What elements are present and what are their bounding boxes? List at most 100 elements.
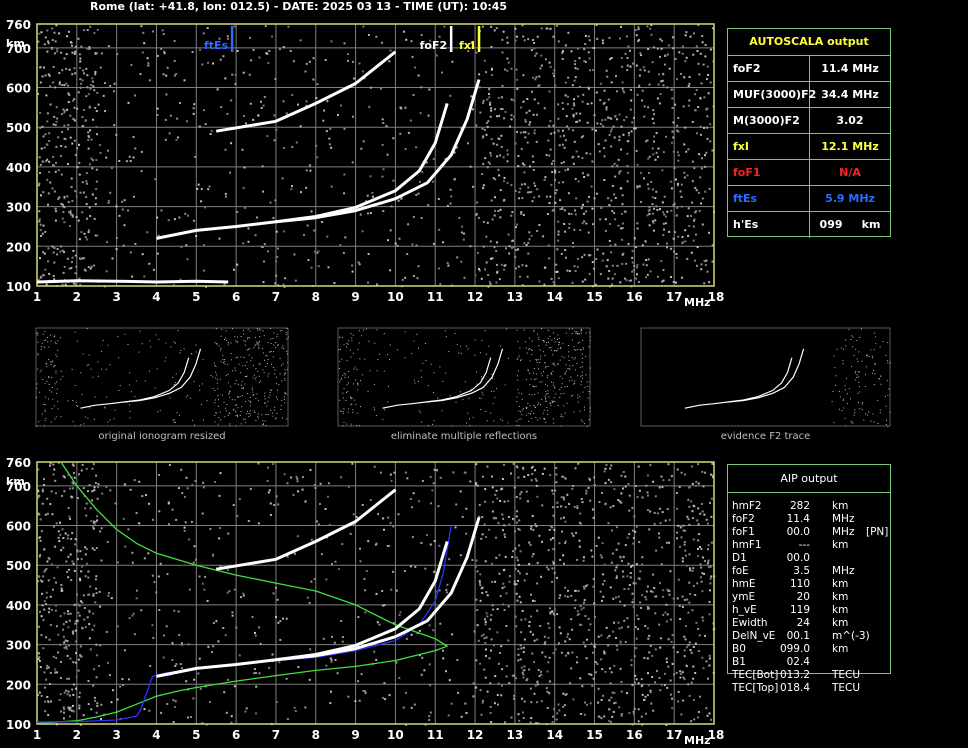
- noise-dot: [475, 598, 478, 601]
- thumb-dot: [539, 361, 541, 363]
- thumb-dot: [546, 413, 548, 415]
- noise-dot: [703, 282, 706, 285]
- noise-dot: [552, 514, 555, 517]
- noise-dot: [504, 536, 506, 538]
- noise-dot: [428, 715, 431, 718]
- noise-dot: [677, 151, 679, 154]
- noise-dot: [517, 248, 519, 251]
- noise-dot: [74, 272, 77, 275]
- noise-dot: [64, 145, 67, 148]
- aip-row: foE 3.5 MHz: [728, 565, 890, 578]
- noise-dot: [178, 216, 181, 219]
- noise-dot: [87, 266, 90, 269]
- noise-dot: [690, 720, 693, 723]
- thumb-dot: [240, 336, 242, 337]
- noise-dot: [40, 147, 43, 150]
- thumb-dot: [362, 374, 364, 376]
- noise-dot: [698, 153, 701, 156]
- noise-dot: [697, 523, 700, 526]
- noise-dot: [671, 707, 674, 710]
- noise-dot: [143, 708, 146, 711]
- noise-dot: [162, 73, 165, 76]
- noise-dot: [386, 153, 389, 156]
- noise-dot: [519, 187, 522, 190]
- noise-dot: [204, 206, 206, 209]
- noise-dot: [58, 540, 61, 543]
- thumb-dot: [176, 412, 178, 414]
- y-tick-label: 100: [6, 280, 31, 294]
- noise-dot: [630, 130, 633, 133]
- noise-dot: [396, 244, 399, 247]
- noise-dot: [491, 581, 494, 583]
- thumb-dot: [868, 411, 870, 413]
- noise-dot: [92, 85, 95, 88]
- noise-dot: [683, 171, 686, 174]
- noise-dot: [597, 536, 600, 539]
- x-tick-label: 1: [33, 728, 41, 742]
- noise-dot: [568, 226, 571, 229]
- noise-dot: [121, 678, 124, 681]
- noise-dot: [559, 199, 562, 202]
- thumb-dot: [240, 356, 242, 358]
- x-tick-label: 13: [507, 728, 524, 742]
- thumb-dot: [418, 347, 419, 349]
- noise-dot: [710, 541, 713, 544]
- noise-dot: [200, 188, 203, 190]
- thumb-dot: [273, 351, 275, 353]
- noise-dot: [39, 81, 42, 84]
- noise-dot: [503, 268, 506, 271]
- noise-dot: [375, 658, 378, 661]
- noise-dot: [59, 155, 62, 158]
- noise-dot: [623, 619, 626, 622]
- thumb-dot: [589, 336, 591, 338]
- noise-dot: [566, 95, 569, 98]
- noise-dot: [591, 207, 594, 210]
- thumb-dot: [44, 404, 46, 406]
- noise-dot: [608, 634, 611, 637]
- noise-dot: [517, 155, 520, 157]
- noise-dot: [115, 237, 118, 239]
- thumb-dot: [476, 371, 477, 373]
- noise-dot: [88, 637, 91, 640]
- thumb-dot: [263, 335, 265, 337]
- noise-dot: [63, 206, 66, 209]
- thumb-dot: [76, 405, 78, 406]
- thumb-dot: [218, 417, 220, 418]
- noise-dot: [528, 231, 531, 234]
- noise-dot: [646, 627, 649, 630]
- noise-dot: [93, 217, 96, 220]
- noise-dot: [522, 213, 525, 216]
- noise-dot: [619, 281, 622, 284]
- noise-dot: [493, 246, 496, 249]
- noise-dot: [242, 71, 245, 74]
- thumb-dot: [241, 406, 243, 408]
- noise-dot: [494, 108, 496, 111]
- noise-dot: [135, 597, 138, 600]
- noise-dot: [545, 27, 548, 30]
- aip-row: hmF1 --- km: [728, 539, 890, 552]
- noise-dot: [655, 549, 658, 552]
- noise-dot: [621, 238, 624, 241]
- noise-dot: [544, 58, 547, 61]
- noise-dot: [279, 638, 282, 641]
- thumb-dot: [273, 373, 275, 375]
- thumb-dot: [534, 379, 536, 380]
- thumb-dot: [175, 382, 176, 383]
- noise-dot: [128, 617, 131, 620]
- noise-dot: [313, 229, 316, 232]
- noise-dot: [520, 183, 523, 186]
- noise-dot: [526, 141, 529, 144]
- noise-dot: [72, 249, 75, 252]
- noise-dot: [66, 257, 69, 260]
- noise-dot: [46, 178, 49, 181]
- noise-dot: [493, 214, 496, 217]
- noise-dot: [476, 201, 478, 204]
- noise-dot: [325, 578, 328, 581]
- noise-dot: [55, 625, 58, 628]
- noise-dot: [568, 638, 571, 641]
- autoscala-value: 3.02: [836, 114, 864, 127]
- thumb-dot: [268, 373, 270, 375]
- noise-dot: [42, 224, 45, 227]
- noise-dot: [328, 482, 330, 485]
- noise-dot: [313, 483, 316, 486]
